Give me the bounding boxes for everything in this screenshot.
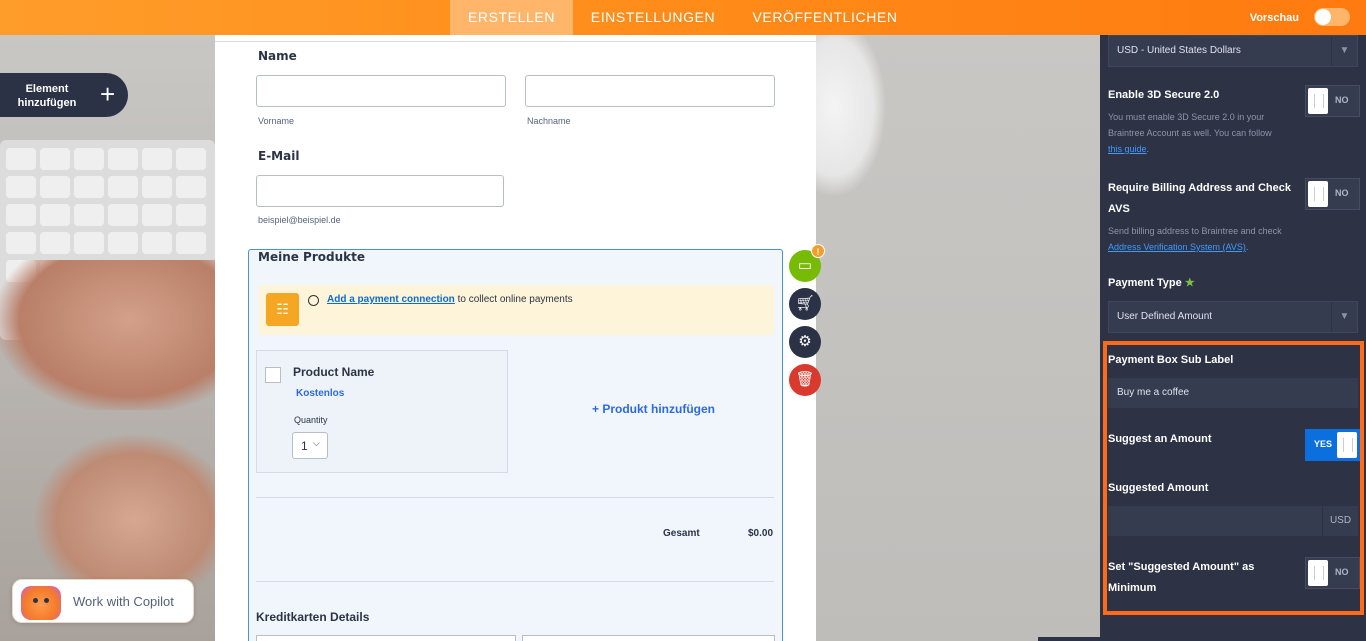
add-payment-connection-link[interactable]: Add a payment connection (327, 294, 455, 305)
caret-down-icon: ▼ (1331, 36, 1357, 66)
form-canvas: Name Vorname Nachname E-Mail beispiel@be… (215, 35, 816, 641)
billing-title-line: AVS (1108, 203, 1130, 215)
product-price: Kostenlos (296, 388, 345, 399)
add-element-button[interactable]: Element hinzufügen + (0, 73, 128, 117)
email-input[interactable] (256, 175, 504, 207)
copilot-button[interactable]: Work with Copilot (12, 579, 194, 623)
add-product-link[interactable]: + Produkt hinzufügen (592, 402, 715, 416)
this-guide-link[interactable]: this guide (1108, 144, 1147, 154)
background-photo (0, 35, 215, 641)
product-name: Product Name (293, 365, 375, 379)
total-label: Gesamt (663, 528, 700, 539)
payment-type-select[interactable]: User Defined Amount ▼ (1108, 301, 1358, 333)
notice-message: to collect online payments (454, 294, 573, 305)
currency-select[interactable]: USD - United States Dollars ▼ (1108, 35, 1358, 67)
hand-image (0, 260, 215, 410)
gear-icon: ⚙ (798, 333, 812, 350)
products-button[interactable]: 🛒︎ (789, 288, 821, 320)
product-checkbox[interactable] (265, 367, 281, 383)
product-card: Product Name Kostenlos Quantity 1 ⌵ (256, 350, 508, 473)
billing-title-line: Require Billing Address and Check (1108, 182, 1291, 194)
punctuation: . (1146, 144, 1150, 154)
settings-button[interactable]: ⚙ (789, 326, 821, 358)
card-expiry-input[interactable] (522, 635, 775, 641)
last-name-input[interactable] (525, 75, 775, 107)
tab-settings[interactable]: EINSTELLUNGEN (573, 0, 733, 35)
payment-type-title: Payment Type ★ (1108, 273, 1195, 294)
chevron-down-icon: ⌵ (313, 438, 320, 448)
caret-down-icon: ▼ (1331, 302, 1357, 332)
first-name-input[interactable] (256, 75, 506, 107)
payment-type-label: Payment Type (1108, 277, 1182, 289)
secure-toggle[interactable]: NO (1305, 85, 1360, 117)
secure-desc-line: this guide. (1108, 141, 1272, 157)
preview-toggle[interactable] (1314, 8, 1350, 26)
billing-description: Send billing address to Braintree and ch… (1108, 223, 1282, 255)
top-navigation-bar: ERSTELLEN EINSTELLUNGEN VERÖFFENTLICHEN … (0, 0, 1366, 35)
cart-icon: 🛒︎ (795, 295, 815, 312)
quantity-select[interactable]: 1 ⌵ (292, 432, 328, 459)
star-icon: ★ (1184, 277, 1195, 289)
secure-title: Enable 3D Secure 2.0 (1108, 89, 1220, 101)
products-field[interactable]: Meine Produkte ☷ Add a payment connectio… (248, 249, 783, 641)
divider (256, 497, 774, 498)
first-name-sublabel: Vorname (258, 116, 295, 126)
avs-link[interactable]: Address Verification System (AVS) (1108, 242, 1246, 252)
add-element-label: Element hinzufügen (17, 83, 77, 109)
toggle-knob (1315, 9, 1331, 25)
copilot-avatar-icon (21, 586, 61, 620)
secure-desc-line: Braintree Account as well. You can follo… (1108, 128, 1272, 138)
email-label: E-Mail (258, 149, 300, 163)
preview-label: Vorschau (1249, 12, 1299, 24)
delete-button[interactable]: 🗑︎ (789, 364, 821, 396)
tab-publish[interactable]: VERÖFFENTLICHEN (735, 0, 915, 35)
email-sublabel: beispiel@beispiel.de (258, 215, 341, 225)
toggle-state: NO (1335, 188, 1349, 198)
last-name-sublabel: Nachname (527, 116, 571, 126)
toggle-knob (1308, 88, 1328, 114)
card-number-input[interactable] (256, 635, 516, 641)
payment-type-value: User Defined Amount (1117, 311, 1213, 322)
billing-desc-line: Address Verification System (AVS). (1108, 239, 1282, 255)
plus-icon: + (100, 79, 116, 109)
billing-desc-line: Send billing address to Braintree and ch… (1108, 226, 1282, 236)
total-value: $0.00 (748, 528, 774, 539)
toggle-state: NO (1335, 95, 1349, 105)
divider (215, 41, 816, 42)
quantity-label: Quantity (294, 415, 328, 425)
billing-toggle[interactable]: NO (1305, 178, 1360, 210)
payment-notice: ☷ Add a payment connection to collect on… (259, 285, 774, 335)
highlight-box (1103, 341, 1364, 615)
trash-icon: 🗑︎ (795, 371, 815, 388)
products-title: Meine Produkte (258, 250, 365, 264)
list-icon: ☷ (266, 293, 299, 326)
billing-title: Require Billing Address and Check AVS (1108, 178, 1291, 220)
notice-text: Add a payment connection to collect onli… (327, 294, 573, 305)
secure-desc-line: You must enable 3D Secure 2.0 in your (1108, 112, 1265, 122)
radio-icon (308, 295, 319, 306)
punctuation: . (1245, 242, 1249, 252)
divider (256, 581, 774, 582)
secure-description: You must enable 3D Secure 2.0 in your Br… (1108, 109, 1272, 157)
warning-badge: ! (811, 244, 825, 258)
credit-card-icon: ▭ (797, 257, 813, 274)
copilot-label: Work with Copilot (73, 594, 174, 609)
name-label: Name (258, 49, 297, 63)
tab-create[interactable]: ERSTELLEN (450, 0, 573, 35)
panel-bottom-edge (1038, 637, 1366, 641)
quantity-value: 1 (301, 439, 308, 453)
toggle-knob (1308, 181, 1328, 207)
credit-card-label: Kreditkarten Details (256, 610, 370, 624)
currency-value: USD - United States Dollars (1117, 45, 1241, 56)
